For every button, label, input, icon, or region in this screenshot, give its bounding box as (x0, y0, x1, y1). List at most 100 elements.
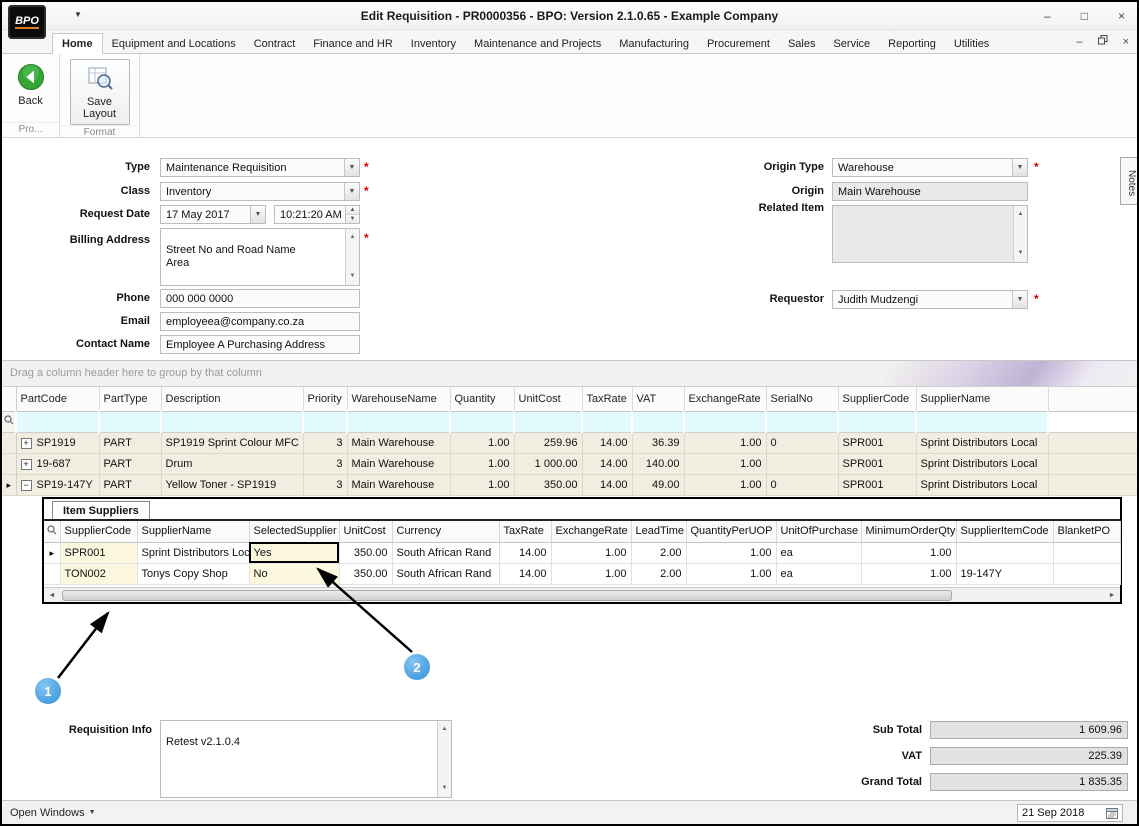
table-cell[interactable]: PART (99, 453, 162, 475)
table-cell[interactable]: Sprint Distributors Local (916, 453, 1049, 475)
chevron-down-icon[interactable]: ▼ (1012, 291, 1027, 308)
table-cell[interactable]: 0 (766, 432, 839, 454)
col-header-vat[interactable]: VAT (632, 387, 685, 412)
filter-cell[interactable] (514, 411, 583, 433)
tab-finance-and-hr[interactable]: Finance and HR (304, 34, 402, 53)
table-cell[interactable]: 1.00 (450, 474, 515, 496)
col-header-selectedsupplier[interactable]: SelectedSupplier (249, 521, 340, 543)
table-cell[interactable]: 1.00 (684, 432, 767, 454)
tab-home[interactable]: Home (52, 33, 103, 54)
table-cell[interactable]: SP1919 Sprint Colour MFC (161, 432, 304, 454)
request-time-spinner[interactable]: 10:21:20 AM ▲ ▼ (274, 205, 360, 224)
table-cell[interactable]: 14.00 (582, 453, 633, 475)
col-header-unitcost[interactable]: UnitCost (514, 387, 583, 412)
table-cell[interactable]: 14.00 (582, 474, 633, 496)
table-row[interactable]: + SP1919 PART SP1919 Sprint Colour MFC 3 … (2, 432, 1137, 454)
table-cell[interactable] (766, 453, 839, 475)
scroll-right-icon[interactable]: ► (1104, 588, 1120, 602)
mdi-restore-button[interactable] (1097, 35, 1108, 48)
minimize-button[interactable]: – (1044, 9, 1051, 23)
phone-field[interactable]: 000 000 0000 (160, 289, 360, 308)
filter-cell[interactable] (632, 411, 685, 433)
table-cell[interactable]: Sprint Distributors Local (916, 474, 1049, 496)
col-header-blanketpo[interactable]: BlanketPO (1053, 521, 1121, 543)
table-cell[interactable]: Main Warehouse (347, 474, 451, 496)
table-cell[interactable]: 1.00 (450, 453, 515, 475)
ribbon-group-label-pro[interactable]: Pro... (2, 122, 59, 137)
table-cell[interactable]: 350.00 (339, 542, 393, 564)
table-cell[interactable]: Sprint Distributors Local (137, 542, 250, 564)
spin-down-icon[interactable]: ▼ (346, 214, 359, 223)
col-header-serialno[interactable]: SerialNo (766, 387, 839, 412)
origin-type-combo[interactable]: Warehouse ▼ (832, 158, 1028, 177)
collapse-icon[interactable]: − (20, 479, 32, 491)
quick-access-dropdown-icon[interactable]: ▼ (74, 10, 82, 19)
table-cell[interactable]: 36.39 (632, 432, 685, 454)
requisition-info-textarea[interactable]: Retest v2.1.0.4 ▲ ▼ (160, 720, 452, 798)
table-cell[interactable]: 1.00 (551, 542, 632, 564)
filter-cell[interactable] (303, 411, 348, 433)
scrollbar[interactable]: ▲ ▼ (437, 721, 451, 797)
table-cell[interactable]: +19-687 (16, 453, 100, 475)
col-header-leadtime[interactable]: LeadTime (631, 521, 687, 543)
table-row[interactable]: TON002 Tonys Copy Shop No 350.00 South A… (44, 563, 1121, 585)
tab-service[interactable]: Service (824, 34, 879, 53)
scroll-up-icon[interactable]: ▲ (1018, 208, 1024, 221)
app-logo[interactable]: BPO (8, 5, 46, 39)
table-cell[interactable]: 14.00 (582, 432, 633, 454)
col-header-parttype[interactable]: PartType (99, 387, 162, 412)
col-header-priority[interactable]: Priority (303, 387, 348, 412)
scrollbar[interactable]: ▲ ▼ (345, 229, 359, 285)
table-cell[interactable]: No (249, 563, 340, 585)
back-button[interactable]: Back (6, 59, 55, 111)
table-cell[interactable]: Main Warehouse (347, 453, 451, 475)
col-header-suppliername[interactable]: SupplierName (916, 387, 1049, 412)
table-cell[interactable]: SPR001 (838, 453, 917, 475)
table-cell[interactable]: 14.00 (499, 563, 552, 585)
chevron-down-icon[interactable]: ▼ (1012, 159, 1027, 176)
notes-panel-tab[interactable]: Notes (1120, 157, 1137, 205)
scroll-down-icon[interactable]: ▼ (350, 270, 356, 283)
table-cell[interactable]: Main Warehouse (347, 432, 451, 454)
table-cell[interactable]: 2.00 (631, 542, 687, 564)
table-cell[interactable] (1053, 542, 1121, 564)
col-header-warehousename[interactable]: WarehouseName (347, 387, 451, 412)
table-cell[interactable]: SPR001 (838, 432, 917, 454)
class-combo[interactable]: Inventory ▼ (160, 182, 360, 201)
table-cell[interactable] (956, 542, 1054, 564)
table-cell[interactable]: ea (776, 542, 862, 564)
table-cell[interactable]: Yellow Toner - SP1919 (161, 474, 304, 496)
filter-cell[interactable] (684, 411, 767, 433)
contact-name-field[interactable]: Employee A Purchasing Address (160, 335, 360, 354)
filter-cell[interactable] (347, 411, 451, 433)
scrollbar-thumb[interactable] (62, 589, 952, 601)
mdi-close-button[interactable]: × (1123, 36, 1129, 48)
mdi-minimize-button[interactable]: – (1076, 36, 1082, 48)
table-cell[interactable]: 1.00 (684, 453, 767, 475)
filter-cell[interactable] (838, 411, 917, 433)
table-cell[interactable]: 350.00 (339, 563, 393, 585)
table-cell[interactable]: South African Rand (392, 542, 500, 564)
tab-reporting[interactable]: Reporting (879, 34, 945, 53)
scroll-left-icon[interactable]: ◄ (44, 588, 60, 602)
table-cell[interactable]: 2.00 (631, 563, 687, 585)
tab-equipment-and-locations[interactable]: Equipment and Locations (103, 34, 245, 53)
col-header-partcode[interactable]: PartCode (16, 387, 100, 412)
tab-inventory[interactable]: Inventory (402, 34, 465, 53)
table-cell[interactable]: 1.00 (686, 542, 777, 564)
table-cell[interactable] (1053, 563, 1121, 585)
table-cell[interactable]: 19-147Y (956, 563, 1054, 585)
table-cell[interactable]: 1 000.00 (514, 453, 583, 475)
table-cell[interactable]: 1.00 (551, 563, 632, 585)
tab-utilities[interactable]: Utilities (945, 34, 998, 53)
tab-item-suppliers[interactable]: Item Suppliers (52, 501, 150, 519)
table-row[interactable]: ▸ − SP19-147Y PART Yellow Toner - SP1919 … (2, 474, 1137, 496)
scroll-down-icon[interactable]: ▼ (1018, 247, 1024, 260)
table-cell[interactable]: 259.96 (514, 432, 583, 454)
col-header-suppliername[interactable]: SupplierName (137, 521, 250, 543)
col-header-exchangerate[interactable]: ExchangeRate (551, 521, 632, 543)
table-cell[interactable]: 1.00 (861, 542, 957, 564)
col-header-exchangerate[interactable]: ExchangeRate (684, 387, 767, 412)
email-field[interactable]: employeea@company.co.za (160, 312, 360, 331)
open-windows-button[interactable]: Open Windows ▼ (10, 807, 96, 819)
